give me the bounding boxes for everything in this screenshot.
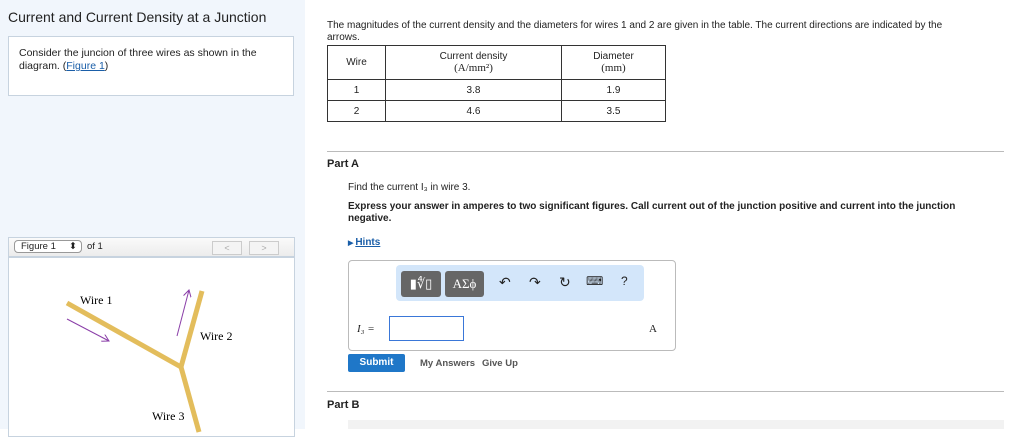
- table-row: 1 3.8 1.9: [327, 79, 666, 101]
- wire-1: [65, 300, 183, 370]
- help-button[interactable]: ?: [621, 274, 628, 288]
- math-toolbar: ▮∜▯ ΑΣϕ ↶ ↷ ↻ ⌨ ?: [396, 265, 644, 301]
- answer-label: I₃ =: [357, 323, 375, 335]
- figure-panel: Wire 1 Wire 2 Wire 3: [8, 257, 295, 437]
- header-wire: Wire: [327, 45, 386, 80]
- answer-box: ▮∜▯ ΑΣϕ ↶ ↷ ↻ ⌨ ? I₃ = A: [348, 260, 676, 351]
- reset-icon[interactable]: ↻: [559, 274, 571, 291]
- symbols-button[interactable]: ΑΣϕ: [445, 271, 484, 297]
- i3-input[interactable]: [389, 316, 464, 341]
- wire-2: [178, 290, 205, 368]
- junction-diagram: Wire 1 Wire 2 Wire 3: [65, 0, 233, 433]
- figure-toolbar: Figure 1 ⬍ of 1 < >: [8, 237, 295, 257]
- header-diameter: Diameter (mm): [561, 45, 666, 80]
- header-current-density: Current density (A/mm²): [385, 45, 562, 80]
- undo-icon[interactable]: ↶: [499, 274, 511, 291]
- give-up-link[interactable]: Give Up: [482, 358, 518, 369]
- table-row: 2 4.6 3.5: [327, 100, 666, 122]
- problem-description: The magnitudes of the current density an…: [327, 20, 943, 43]
- wire3-label: Wire 3: [152, 409, 185, 423]
- data-table: Wire Current density (A/mm²) Diameter (mm)…: [327, 45, 666, 122]
- my-answers-link[interactable]: My Answers: [420, 358, 475, 369]
- next-figure-button[interactable]: >: [249, 241, 279, 255]
- figure-count: of 1: [87, 241, 103, 252]
- part-b-title: Part B: [327, 399, 360, 411]
- part-b-box: [348, 420, 1004, 429]
- part-a-instructions: Express your answer in amperes to two si…: [348, 201, 956, 224]
- wire2-arrow: [176, 290, 189, 337]
- wire2-label: Wire 2: [200, 329, 233, 343]
- hints-label: Hints: [355, 237, 381, 248]
- divider: [327, 151, 1004, 152]
- keyboard-icon[interactable]: ⌨: [586, 274, 603, 288]
- redo-icon[interactable]: ↷: [529, 274, 541, 291]
- hints-toggle[interactable]: ▶ Hints: [348, 237, 380, 248]
- submit-button[interactable]: Submit: [348, 354, 405, 372]
- wire1-label: Wire 1: [80, 293, 113, 307]
- divider: [327, 391, 1004, 392]
- figure-select[interactable]: Figure 1 ⬍: [14, 240, 82, 253]
- select-arrows-icon: ⬍: [69, 241, 77, 252]
- unit-label: A: [649, 323, 657, 335]
- figure-select-value: Figure 1: [21, 241, 56, 252]
- part-a-title: Part A: [327, 158, 359, 170]
- prev-figure-button[interactable]: <: [212, 241, 242, 255]
- part-a-question: Find the current I₃ in wire 3.: [348, 182, 471, 193]
- templates-button[interactable]: ▮∜▯: [401, 271, 441, 297]
